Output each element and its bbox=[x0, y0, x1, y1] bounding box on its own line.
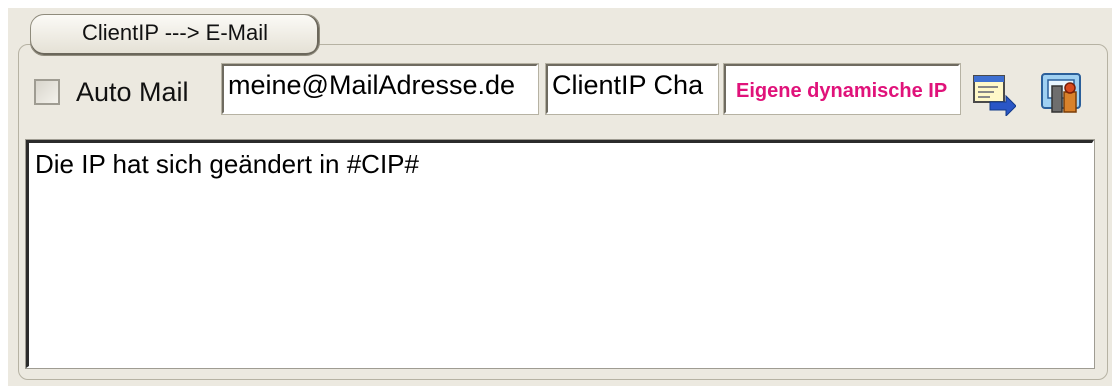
mail-send-icon[interactable] bbox=[972, 72, 1017, 118]
email-address-field[interactable]: meine@MailAdresse.de bbox=[221, 63, 539, 115]
auto-mail-label: Auto Mail bbox=[76, 77, 189, 107]
message-textarea[interactable]: Die IP hat sich geändert in #CIP# bbox=[25, 139, 1095, 369]
auto-mail-checkbox[interactable] bbox=[34, 79, 60, 105]
settings-icon[interactable] bbox=[1040, 72, 1081, 113]
ip-field[interactable]: Eigene dynamische IP bbox=[723, 63, 961, 115]
subject-field[interactable]: ClientIP Cha bbox=[545, 63, 719, 115]
group-title-tab[interactable]: ClientIP ---> E-Mail bbox=[30, 14, 320, 56]
